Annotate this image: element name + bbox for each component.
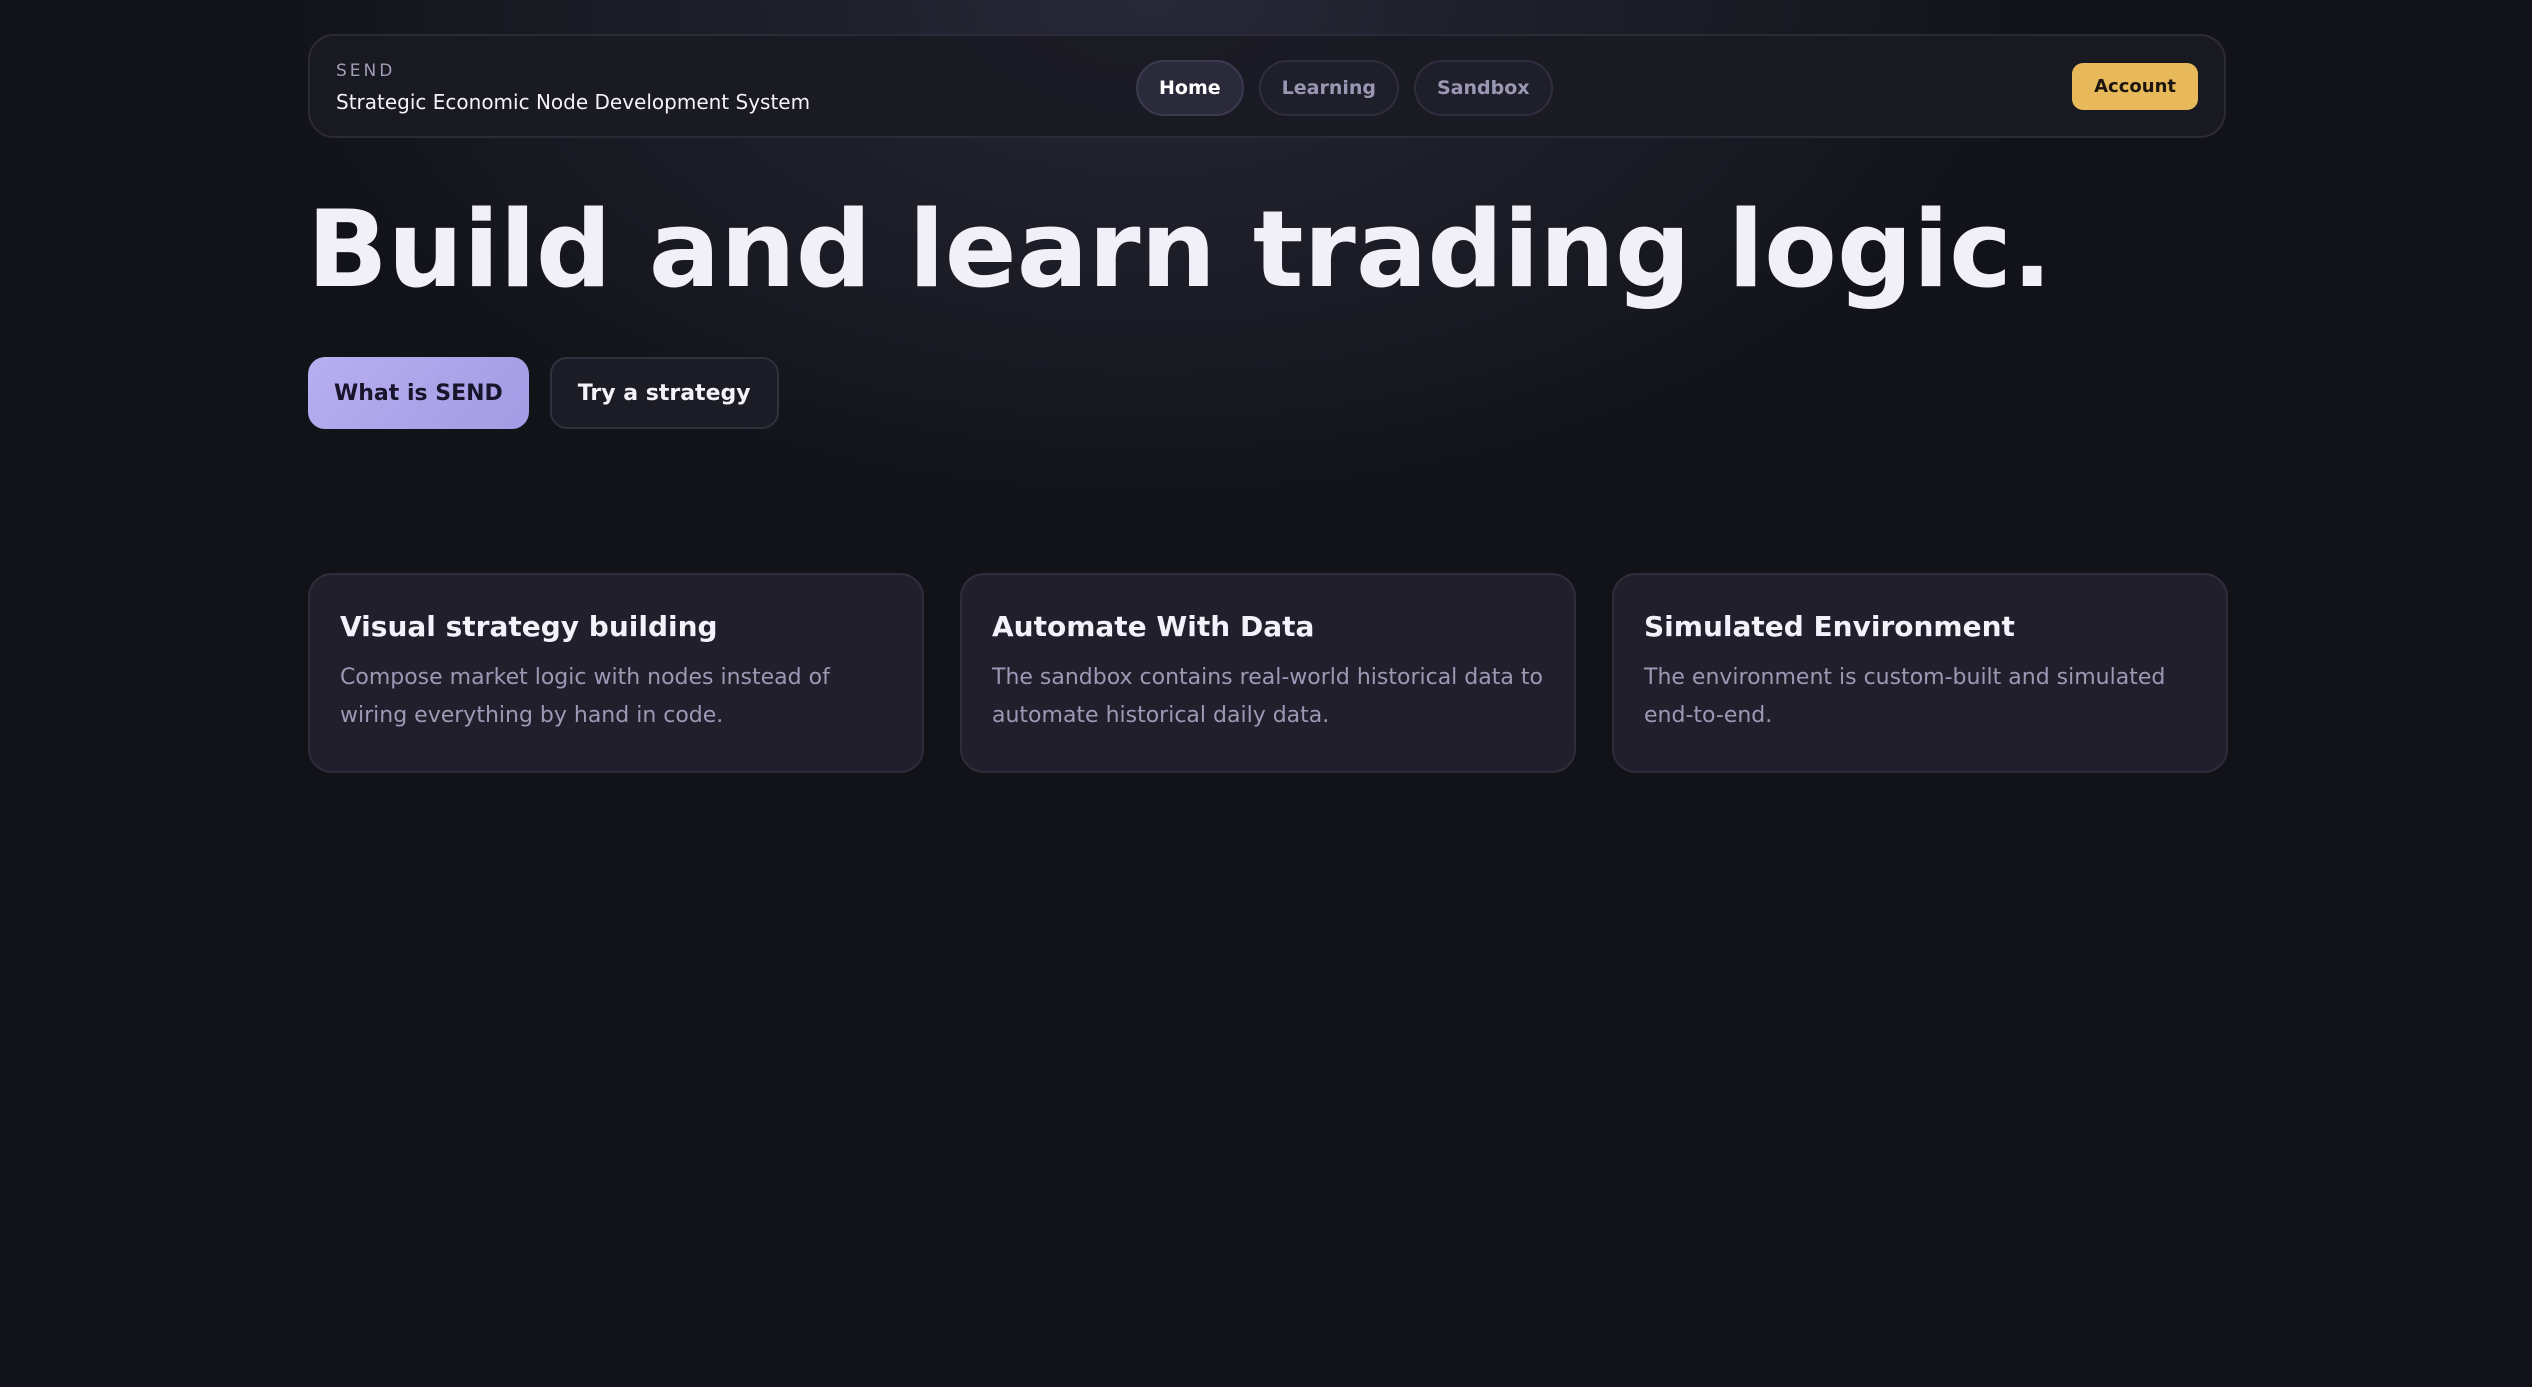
feature-card-title: Automate With Data (992, 610, 1315, 643)
top-navigation-bar: SEND Strategic Economic Node Development… (308, 34, 2226, 138)
nav-learning[interactable]: Learning (1258, 60, 1399, 116)
main-nav: Home Learning Sandbox (1136, 60, 1553, 116)
brand-name: Strategic Economic Node Development Syst… (336, 90, 811, 114)
feature-cards: Visual strategy building Compose market … (308, 573, 2228, 773)
account-button[interactable]: Account (2072, 63, 2198, 110)
try-strategy-button[interactable]: Try a strategy (549, 357, 779, 429)
nav-sandbox[interactable]: Sandbox (1414, 60, 1553, 116)
feature-card-visual-building: Visual strategy building Compose market … (308, 573, 924, 773)
nav-home[interactable]: Home (1136, 60, 1244, 116)
feature-card-text: The environment is custom-built and simu… (1644, 665, 2166, 728)
hero-title: Build and learn trading logic. (307, 188, 2053, 311)
feature-card-simulated-environment: Simulated Environment The environment is… (1612, 573, 2228, 773)
feature-card-text: Compose market logic with nodes instead … (340, 665, 830, 728)
what-is-send-button[interactable]: What is SEND (308, 357, 529, 429)
feature-card-text: The sandbox contains real-world historic… (992, 665, 1543, 728)
feature-card-title: Visual strategy building (340, 610, 718, 643)
brand[interactable]: SEND Strategic Economic Node Development… (336, 60, 810, 115)
feature-card-automate-data: Automate With Data The sandbox contains … (960, 573, 1576, 773)
feature-card-title: Simulated Environment (1644, 610, 2015, 643)
hero-actions: What is SEND Try a strategy (308, 357, 779, 429)
brand-kicker: SEND (336, 61, 396, 81)
